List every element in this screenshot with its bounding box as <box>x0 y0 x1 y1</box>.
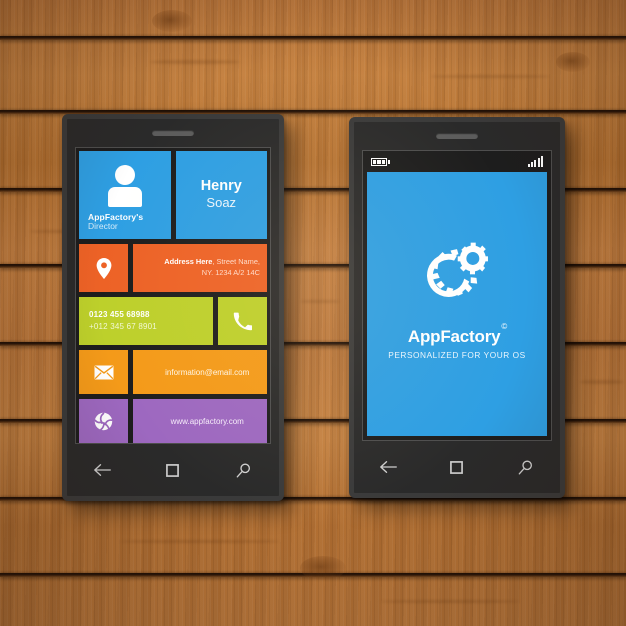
search-button[interactable] <box>511 455 541 479</box>
wood-grain <box>580 380 624 384</box>
navigation-bar-front <box>67 444 279 496</box>
profile-tile[interactable]: AppFactory's Director <box>79 151 171 239</box>
plank-seam <box>0 36 626 40</box>
address-label: Address Here <box>164 257 213 267</box>
telephone-icon <box>233 312 252 330</box>
brand-name-wrap: AppFactory© <box>407 322 507 347</box>
profile-text: AppFactory's Director <box>88 212 143 232</box>
map-pin-tile[interactable] <box>79 244 129 292</box>
wood-grain <box>300 300 340 303</box>
website-url: www.appfactory.com <box>170 416 244 426</box>
search-magnifier-icon <box>518 460 533 474</box>
phone-primary: 0123 455 68988 <box>89 310 150 320</box>
phone-front-card[interactable]: AppFactory's Director Henry Soaz Address… <box>62 114 284 501</box>
email-tile[interactable]: information@email.com <box>133 350 267 394</box>
tile-row: 0123 455 68988 +012 345 67 8901 <box>79 297 267 345</box>
phone-secondary: +012 345 67 8901 <box>89 322 157 331</box>
brand-tagline: PERSONALIZED FOR YOUR OS <box>388 350 526 360</box>
email-address: information@email.com <box>165 367 250 377</box>
navigation-bar-back <box>354 441 560 493</box>
phone-screen-back: AppFactory© PERSONALIZED FOR YOUR OS <box>362 150 552 441</box>
double-gear-icon <box>427 242 488 297</box>
splash-screen: AppFactory© PERSONALIZED FOR YOUR OS <box>367 172 547 436</box>
phone-screen-front: AppFactory's Director Henry Soaz Address… <box>75 147 271 444</box>
address-line1: , Street Name, <box>212 257 260 267</box>
signal-bars-icon <box>527 156 543 167</box>
tile-row: Address Here, Street Name, NY. 1234 A/2 … <box>79 244 267 292</box>
search-magnifier-icon <box>236 463 251 477</box>
map-pin-icon <box>96 257 112 279</box>
tile-row: AppFactory's Director Henry Soaz <box>79 151 267 239</box>
globe-ball-icon <box>94 412 113 430</box>
scene: AppFactory's Director Henry Soaz Address… <box>0 0 626 626</box>
status-bar <box>367 154 547 169</box>
wood-grain <box>430 75 550 78</box>
back-button[interactable] <box>373 455 403 479</box>
brand-name: AppFactory <box>407 327 501 346</box>
logo-area <box>421 234 493 311</box>
copyright-mark: © <box>501 322 508 332</box>
wood-grain <box>380 600 520 603</box>
earpiece-speaker <box>152 130 194 136</box>
wood-knot <box>152 10 192 32</box>
back-arrow-icon <box>94 464 112 476</box>
search-button[interactable] <box>229 458 259 482</box>
wood-knot <box>556 52 590 72</box>
home-button[interactable] <box>158 458 188 482</box>
envelope-icon <box>94 365 114 379</box>
square-home-icon <box>450 460 464 474</box>
address-line2: NY. 1234 A/2 14C <box>201 268 260 277</box>
tile-row: www.appfactory.com <box>79 399 267 443</box>
phone-text: 0123 455 68988 +012 345 67 8901 <box>79 309 213 332</box>
tile-grid: AppFactory's Director Henry Soaz Address… <box>79 151 267 443</box>
battery-icon <box>371 157 390 166</box>
earpiece-speaker <box>436 133 478 139</box>
back-arrow-icon <box>380 461 398 473</box>
brand-block: AppFactory© PERSONALIZED FOR YOUR OS <box>388 322 526 360</box>
address-tile[interactable]: Address Here, Street Name, NY. 1234 A/2 … <box>133 244 267 292</box>
wood-grain <box>150 60 240 64</box>
wood-grain <box>120 540 280 543</box>
call-tile[interactable] <box>217 297 267 345</box>
name-tile[interactable]: Henry Soaz <box>175 151 267 239</box>
tile-row: information@email.com <box>79 350 267 394</box>
wood-knot <box>300 556 346 580</box>
phone-number-tile[interactable]: 0123 455 68988 +012 345 67 8901 <box>79 297 213 345</box>
address-text: Address Here, Street Name, NY. 1234 A/2 … <box>133 257 267 278</box>
job-role: Director <box>88 221 118 232</box>
mail-tile[interactable] <box>79 350 129 394</box>
back-button[interactable] <box>87 458 117 482</box>
square-home-icon <box>166 463 180 477</box>
globe-tile[interactable] <box>79 399 129 443</box>
last-name: Soaz <box>206 195 237 211</box>
person-avatar-icon <box>79 165 171 207</box>
phone-back-card[interactable]: AppFactory© PERSONALIZED FOR YOUR OS <box>349 117 565 498</box>
website-tile[interactable]: www.appfactory.com <box>133 399 267 443</box>
home-button[interactable] <box>442 455 472 479</box>
first-name: Henry <box>200 178 242 195</box>
